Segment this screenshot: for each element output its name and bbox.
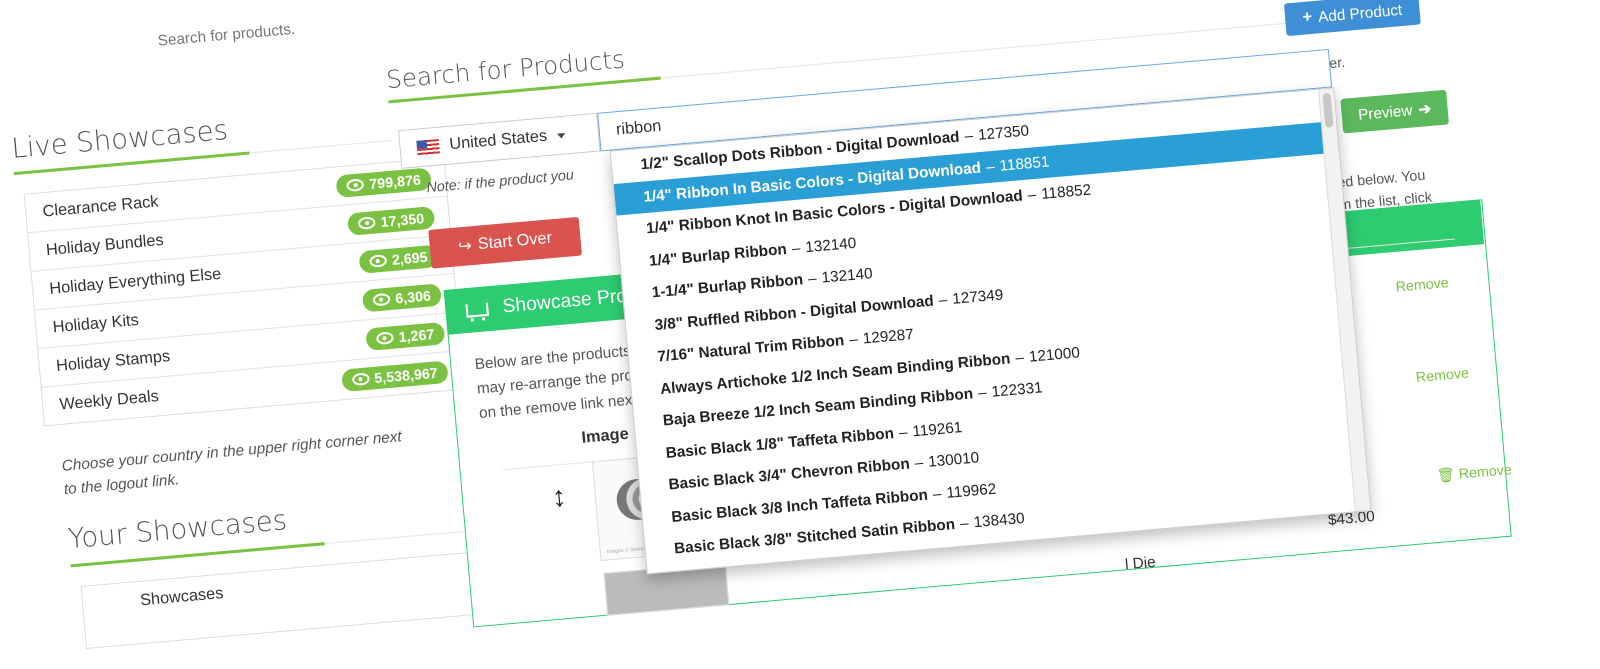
eye-icon [368, 253, 388, 268]
eye-icon [372, 292, 391, 306]
showcase-item-label: Weekly Deals [58, 387, 160, 414]
drag-handle-icon[interactable]: ↕ [551, 480, 568, 514]
eye-icon [351, 371, 370, 386]
live-showcases-rule [249, 140, 392, 154]
share-arrow-icon: ↪ [457, 237, 473, 256]
eye-icon [346, 177, 365, 192]
panel-description-right: ed below. You m the list, click [1336, 166, 1433, 213]
plus-icon: + [1301, 8, 1313, 27]
showcase-item-label: Holiday Everything Else [48, 265, 222, 298]
autocomplete-dropdown: 1/2" Scallop Dots Ribbon - Digital Downl… [609, 87, 1372, 575]
your-showcase-item[interactable]: Showcases [82, 551, 492, 624]
trash-icon: 🗑 [1436, 465, 1456, 484]
view-count-badge: 17,350 [347, 205, 436, 236]
search-note: Note: if the product you [425, 166, 575, 196]
country-select[interactable]: United States [398, 112, 601, 169]
page: Search for products. Live Showcases Clea… [0, 0, 1600, 650]
eye-icon [357, 215, 377, 230]
caret-down-icon [557, 132, 566, 139]
eye-icon [375, 330, 395, 345]
panel-description: Below are the products may re-arrange th… [474, 342, 634, 423]
add-product-button[interactable]: + Add Product [1283, 0, 1421, 37]
search-title: Search for Products [385, 45, 626, 95]
view-count-badge: 5,538,967 [340, 359, 449, 392]
us-flag-icon [416, 138, 440, 156]
autocomplete-list: 1/2" Scallop Dots Ribbon - Digital Downl… [611, 88, 1371, 574]
top-text: Search for products. [157, 20, 296, 50]
preview-button[interactable]: Preview ➔ [1340, 89, 1450, 134]
your-showcases-list: Showcases [80, 550, 495, 650]
shopping-cart-icon [465, 302, 489, 318]
dropdown-scroll-thumb[interactable] [1322, 92, 1334, 128]
view-count-badge: 6,306 [361, 282, 442, 312]
showcase-item-label: Holiday Kits [52, 311, 140, 336]
view-count-badge: 799,876 [335, 166, 432, 198]
showcase-item-label: Holiday Stamps [55, 347, 171, 375]
showcase-item-label: Clearance Rack [41, 192, 160, 221]
view-count-badge: 1,267 [365, 321, 446, 351]
your-showcases-rule [324, 529, 478, 545]
product-name-partial: l Die [1124, 553, 1157, 574]
country-hint: Choose your country in the upper right c… [61, 427, 403, 499]
arrow-right-icon: ➔ [1417, 100, 1433, 119]
your-showcase-item-label: Showcases [139, 584, 225, 609]
view-count-badge: 2,695 [358, 244, 439, 274]
live-showcases-list: Clearance Rack 799,876 Holiday Bundles 1… [23, 156, 465, 427]
showcase-item-label: Holiday Bundles [45, 231, 165, 259]
start-over-button[interactable]: ↪ Start Over [428, 216, 582, 269]
